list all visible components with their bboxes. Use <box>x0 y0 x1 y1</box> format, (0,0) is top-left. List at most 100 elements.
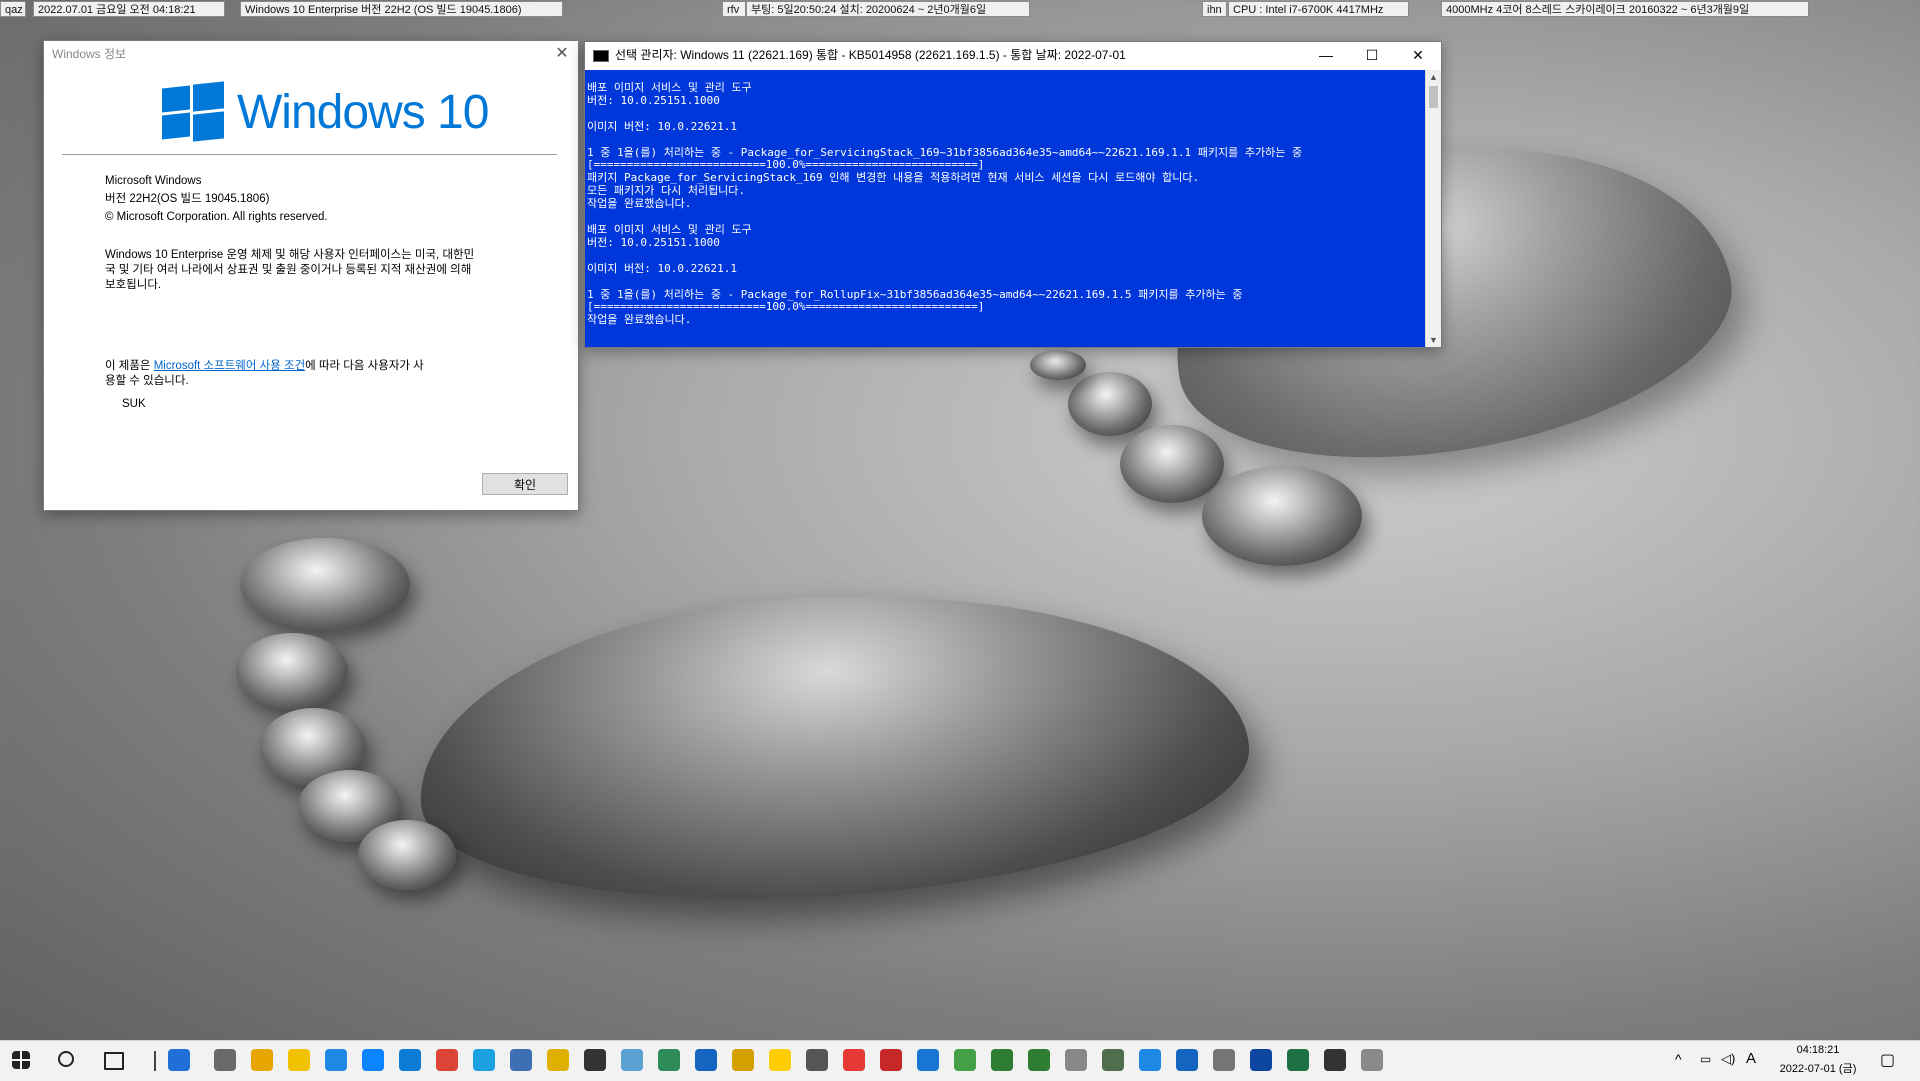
chrome-icon[interactable] <box>436 1049 458 1071</box>
windows-logo-icon <box>162 81 224 142</box>
folder-icon[interactable] <box>251 1049 273 1071</box>
topbar-label-rfv: rfv <box>722 1 746 17</box>
record-icon[interactable] <box>843 1049 865 1071</box>
console-line: 배포 이미지 서비스 및 관리 도구 <box>587 222 752 236</box>
console-line: 작업을 완료했습니다. <box>587 197 692 211</box>
close-icon[interactable]: ✕ <box>552 44 572 64</box>
console-output[interactable]: 배포 이미지 서비스 및 관리 도구 버전: 10.0.25151.1000 이미… <box>585 70 1425 347</box>
description-line: 보호됩니다. <box>105 279 162 291</box>
cmd-window: 선택 관리자: Windows 11 (22621.169) 통합 - KB50… <box>584 41 1442 348</box>
task-view-icon[interactable] <box>104 1052 124 1070</box>
windows-logo-text: Windows 10 <box>237 86 489 139</box>
ie-icon[interactable] <box>473 1049 495 1071</box>
tools-icon[interactable] <box>214 1049 236 1071</box>
paint-icon[interactable] <box>621 1049 643 1071</box>
notification-icon[interactable]: ▢ <box>1880 1050 1895 1070</box>
app-green-icon[interactable] <box>991 1049 1013 1071</box>
wallpaper-drop <box>1202 466 1362 566</box>
close-button[interactable]: ✕ <box>1395 42 1441 69</box>
graph-icon[interactable] <box>1361 1049 1383 1071</box>
wallpaper-drop <box>1120 425 1224 503</box>
volume-icon[interactable]: ◁) <box>1721 1051 1735 1067</box>
description-line: 국 및 기타 여러 나라에서 상표권 및 출원 중이거나 등록된 지적 재산권에… <box>105 264 472 276</box>
monitor-icon[interactable] <box>695 1049 717 1071</box>
scrollbar[interactable]: ▲ ▼ <box>1425 70 1441 347</box>
console-line: 작업을 완료했습니다. <box>587 313 692 327</box>
disc-icon[interactable] <box>1287 1049 1309 1071</box>
app-red-icon[interactable] <box>880 1049 902 1071</box>
clock-time[interactable]: 04:18:21 <box>1776 1044 1860 1056</box>
cmd-titlebar[interactable]: 선택 관리자: Windows 11 (22621.169) 통합 - KB50… <box>585 42 1441 69</box>
ime-indicator[interactable]: A <box>1746 1050 1756 1067</box>
wallpaper-drop <box>236 633 348 709</box>
gear-icon[interactable] <box>1176 1049 1198 1071</box>
console-line: 이미지 버전: 10.0.22621.1 <box>587 261 737 275</box>
virtualbox-icon[interactable] <box>510 1049 532 1071</box>
camera-icon[interactable] <box>584 1049 606 1071</box>
map-icon[interactable] <box>954 1049 976 1071</box>
maximize-button[interactable]: ☐ <box>1349 42 1395 69</box>
description-line: Windows 10 Enterprise 운영 체제 및 해당 사용자 인터페… <box>105 249 475 261</box>
console-line: 모든 패키지가 다시 처리됩니다. <box>587 184 746 198</box>
topbar-label-ihn: ihn <box>1202 1 1227 17</box>
license-terms-link[interactable]: Microsoft 소프트웨어 사용 조건 <box>154 360 305 372</box>
taskbar-divider <box>154 1051 156 1071</box>
player-icon[interactable] <box>769 1049 791 1071</box>
window-icon[interactable] <box>362 1049 384 1071</box>
network-icon[interactable]: ▭ <box>1700 1052 1711 1066</box>
media-icon[interactable] <box>806 1049 828 1071</box>
shield-icon[interactable] <box>658 1049 680 1071</box>
license-text-line2: 용할 수 있습니다. <box>105 375 189 387</box>
copyright-text: © Microsoft Corporation. All rights rese… <box>105 211 328 223</box>
product-name: Microsoft Windows <box>105 175 202 187</box>
topbar-cpu-info: 4000MHz 4코어 8스레드 스카이레이크 20160322 ~ 6년3개월… <box>1441 1 1809 17</box>
wallpaper-drop <box>240 538 410 630</box>
edge-icon[interactable] <box>399 1049 421 1071</box>
search-icon[interactable] <box>58 1051 74 1067</box>
info-icon[interactable] <box>325 1049 347 1071</box>
chevron-up-icon[interactable]: ^ <box>1675 1051 1682 1067</box>
plane-icon[interactable] <box>1324 1049 1346 1071</box>
notepad-icon[interactable] <box>1213 1049 1235 1071</box>
clock-date[interactable]: 2022-07-01 (금) <box>1768 1060 1868 1076</box>
license-prefix: 이 제품은 <box>105 360 154 372</box>
topbar-uptime: 부팅: 5일20:50:24 설치: 20200624 ~ 2년0개월6일 <box>746 1 1030 17</box>
chart-icon[interactable] <box>732 1049 754 1071</box>
scroll-down-icon[interactable]: ▼ <box>1426 335 1441 345</box>
dialog-title: Windows 정보 <box>52 47 127 61</box>
refresh-icon[interactable] <box>1065 1049 1087 1071</box>
topbar-os-version: Windows 10 Enterprise 버전 22H2 (OS 빌드 190… <box>240 1 563 17</box>
ftp-icon[interactable] <box>1139 1049 1161 1071</box>
minimize-button[interactable]: — <box>1303 42 1349 69</box>
licensed-user: SUK <box>122 398 146 410</box>
scroll-thumb[interactable] <box>1429 86 1438 108</box>
wallpaper-drop <box>1030 350 1086 380</box>
wallpaper-drop <box>358 820 456 890</box>
star-icon[interactable] <box>547 1049 569 1071</box>
cmd-title: 선택 관리자: Windows 11 (22621.169) 통합 - KB50… <box>615 48 1126 62</box>
excel-icon[interactable] <box>1250 1049 1272 1071</box>
sticky-notes-icon[interactable] <box>288 1049 310 1071</box>
bear-icon[interactable] <box>917 1049 939 1071</box>
console-line: [==========================100.0%=======… <box>587 300 985 314</box>
top-info-bar: qaz 2022.07.01 금요일 오전 04:18:21 Windows 1… <box>0 0 1920 18</box>
scroll-up-icon[interactable]: ▲ <box>1426 72 1441 82</box>
network-icon[interactable] <box>1102 1049 1124 1071</box>
computer-icon[interactable] <box>168 1049 190 1071</box>
wallpaper-footprint <box>408 567 1258 925</box>
cmd-icon <box>593 50 609 62</box>
console-line: 버전: 10.0.25151.1000 <box>587 235 720 249</box>
topbar-datetime: 2022.07.01 금요일 오전 04:18:21 <box>33 1 225 17</box>
license-suffix: 에 따라 다음 사용자가 사 <box>305 360 424 372</box>
version-text: 버전 22H2(OS 빌드 19045.1806) <box>105 193 270 205</box>
topbar-cpu: CPU : Intel i7-6700K 4417MHz <box>1228 1 1409 17</box>
ok-button[interactable]: 확인 <box>482 473 568 495</box>
globe-icon[interactable] <box>1028 1049 1050 1071</box>
console-line: 버전: 10.0.25151.1000 <box>587 93 720 107</box>
about-windows-dialog: Windows 정보 ✕ Windows 10 Microsoft Window… <box>43 40 579 511</box>
start-icon[interactable] <box>12 1051 30 1069</box>
